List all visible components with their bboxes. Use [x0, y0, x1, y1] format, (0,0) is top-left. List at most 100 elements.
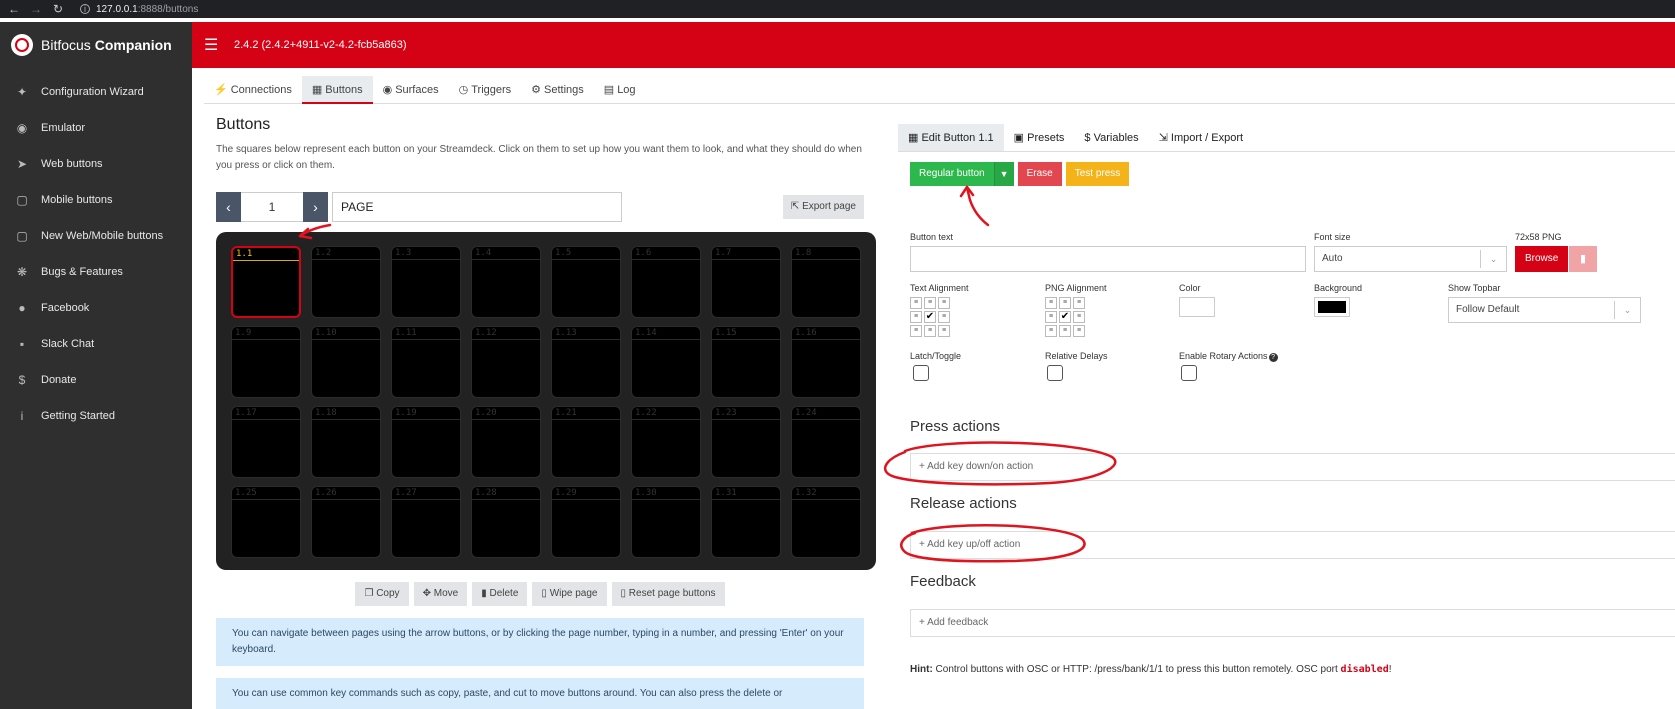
tab-log[interactable]: ▤ Log	[594, 76, 646, 104]
align-center-checked-icon[interactable]: ✔	[1059, 311, 1071, 323]
font-size-select[interactable]: Auto ⌄	[1314, 246, 1507, 272]
hamburger-menu-icon[interactable]: ☰	[204, 35, 222, 55]
previous-page-button[interactable]: ‹	[216, 192, 241, 222]
add-key-up-action[interactable]: + Add key up/off action	[910, 531, 1675, 559]
button-cell-1-22[interactable]: 1.22	[631, 406, 701, 478]
tab-buttons[interactable]: ▦ Buttons	[301, 76, 373, 104]
add-feedback[interactable]: + Add feedback	[910, 609, 1675, 637]
button-cell-1-24[interactable]: 1.24	[791, 406, 861, 478]
arrow-right-icon[interactable]: →	[28, 2, 44, 16]
align-top-left[interactable]: ≡	[910, 297, 922, 309]
button-cell-1-23[interactable]: 1.23	[711, 406, 781, 478]
sidebar-item-bugs-features[interactable]: ❋ Bugs & Features	[0, 254, 192, 290]
rotary-actions-checkbox[interactable]	[1181, 365, 1197, 381]
align-top-center[interactable]: ≡	[924, 297, 936, 309]
button-cell-1-1[interactable]: 1.1	[231, 246, 301, 318]
button-cell-1-12[interactable]: 1.12	[471, 326, 541, 398]
button-cell-1-13[interactable]: 1.13	[551, 326, 621, 398]
button-cell-1-16[interactable]: 1.16	[791, 326, 861, 398]
move-button[interactable]: ✥ Move	[413, 582, 468, 606]
tab-settings[interactable]: ⚙ Settings	[521, 76, 594, 104]
add-key-down-action[interactable]: + Add key down/on action	[910, 453, 1675, 481]
align-middle-right[interactable]: ≡	[938, 311, 950, 323]
button-cell-1-5[interactable]: 1.5	[551, 246, 621, 318]
tab-edit-button[interactable]: ▦ Edit Button 1.1	[898, 124, 1004, 151]
chevron-down-icon[interactable]: ▼	[993, 162, 1014, 186]
export-page-button[interactable]: ⇱ Export page	[782, 195, 864, 219]
sidebar-item-slack-chat[interactable]: ▪ Slack Chat	[0, 326, 192, 362]
button-cell-1-10[interactable]: 1.10	[311, 326, 381, 398]
button-cell-1-26[interactable]: 1.26	[311, 486, 381, 558]
button-cell-1-6[interactable]: 1.6	[631, 246, 701, 318]
button-cell-1-8[interactable]: 1.8	[791, 246, 861, 318]
latch-toggle-checkbox[interactable]	[913, 365, 929, 381]
tab-triggers[interactable]: ◷ Triggers	[449, 76, 522, 104]
sidebar-item-web-buttons[interactable]: ➤ Web buttons	[0, 146, 192, 182]
button-cell-1-11[interactable]: 1.11	[391, 326, 461, 398]
browse-button[interactable]: Browse	[1515, 246, 1569, 272]
next-page-button[interactable]: ›	[303, 192, 328, 222]
reset-page-buttons-button[interactable]: ▯ Reset page buttons	[611, 582, 725, 606]
background-color-swatch[interactable]	[1314, 297, 1350, 317]
sidebar-item-configuration-wizard[interactable]: ✦ Configuration Wizard	[0, 74, 192, 110]
tab-connections[interactable]: ⚡ Connections	[204, 76, 302, 104]
align-top-center[interactable]: ≡	[1059, 297, 1071, 309]
brand[interactable]: Bitfocus Companion	[0, 22, 192, 68]
align-bottom-center[interactable]: ≡	[1059, 325, 1071, 337]
tab-import-export[interactable]: ⇲ Import / Export	[1149, 124, 1253, 151]
sidebar-item-mobile-buttons[interactable]: ▢ Mobile buttons	[0, 182, 192, 218]
text-color-swatch[interactable]	[1179, 297, 1215, 317]
button-cell-1-17[interactable]: 1.17	[231, 406, 301, 478]
button-cell-1-29[interactable]: 1.29	[551, 486, 621, 558]
button-cell-1-30[interactable]: 1.30	[631, 486, 701, 558]
sidebar-item-new-web-mobile-buttons[interactable]: ▢ New Web/Mobile buttons	[0, 218, 192, 254]
reload-icon[interactable]: ↻	[50, 2, 66, 16]
button-cell-1-32[interactable]: 1.32	[791, 486, 861, 558]
erase-button[interactable]: Erase	[1017, 162, 1062, 186]
show-topbar-select[interactable]: Follow Default ⌄	[1448, 297, 1641, 323]
button-cell-1-3[interactable]: 1.3	[391, 246, 461, 318]
button-text-input[interactable]	[910, 246, 1306, 272]
tab-presets[interactable]: ▣ Presets	[1004, 124, 1075, 151]
button-cell-1-15[interactable]: 1.15	[711, 326, 781, 398]
button-cell-1-31[interactable]: 1.31	[711, 486, 781, 558]
align-top-right[interactable]: ≡	[938, 297, 950, 309]
button-cell-1-4[interactable]: 1.4	[471, 246, 541, 318]
wipe-page-button[interactable]: ▯ Wipe page	[532, 582, 607, 606]
button-cell-1-2[interactable]: 1.2	[311, 246, 381, 318]
tab-variables[interactable]: $ Variables	[1074, 124, 1148, 151]
tab-surfaces[interactable]: ◉ Surfaces	[373, 76, 449, 104]
align-center-checked-icon[interactable]: ✔	[924, 311, 936, 323]
align-bottom-left[interactable]: ≡	[910, 325, 922, 337]
delete-button[interactable]: ▮ Delete	[472, 582, 528, 606]
sidebar-item-facebook[interactable]: ● Facebook	[0, 290, 192, 326]
sidebar-item-donate[interactable]: $ Donate	[0, 362, 192, 398]
button-cell-1-19[interactable]: 1.19	[391, 406, 461, 478]
align-bottom-right[interactable]: ≡	[938, 325, 950, 337]
align-middle-left[interactable]: ≡	[1045, 311, 1057, 323]
button-cell-1-21[interactable]: 1.21	[551, 406, 621, 478]
align-middle-right[interactable]: ≡	[1073, 311, 1085, 323]
test-press-button[interactable]: Test press	[1065, 162, 1130, 186]
align-middle-left[interactable]: ≡	[910, 311, 922, 323]
button-cell-1-9[interactable]: 1.9	[231, 326, 301, 398]
page-name-input[interactable]: PAGE	[332, 192, 622, 222]
copy-button[interactable]: ❐ Copy	[355, 582, 409, 606]
sidebar-item-getting-started[interactable]: i Getting Started	[0, 398, 192, 434]
button-cell-1-14[interactable]: 1.14	[631, 326, 701, 398]
relative-delays-checkbox[interactable]	[1047, 365, 1063, 381]
align-bottom-right[interactable]: ≡	[1073, 325, 1085, 337]
regular-button-type-button[interactable]: Regular button	[910, 162, 994, 186]
align-top-right[interactable]: ≡	[1073, 297, 1085, 309]
page-number-input[interactable]: 1	[241, 192, 303, 222]
button-cell-1-20[interactable]: 1.20	[471, 406, 541, 478]
trash-icon[interactable]: ▮	[1569, 246, 1597, 272]
align-top-left[interactable]: ≡	[1045, 297, 1057, 309]
address-bar[interactable]: 127.0.0.1:8888/buttons	[96, 4, 198, 15]
site-info-icon[interactable]: i	[80, 4, 90, 14]
button-cell-1-7[interactable]: 1.7	[711, 246, 781, 318]
align-bottom-center[interactable]: ≡	[924, 325, 936, 337]
button-cell-1-18[interactable]: 1.18	[311, 406, 381, 478]
button-cell-1-28[interactable]: 1.28	[471, 486, 541, 558]
sidebar-item-emulator[interactable]: ◉ Emulator	[0, 110, 192, 146]
